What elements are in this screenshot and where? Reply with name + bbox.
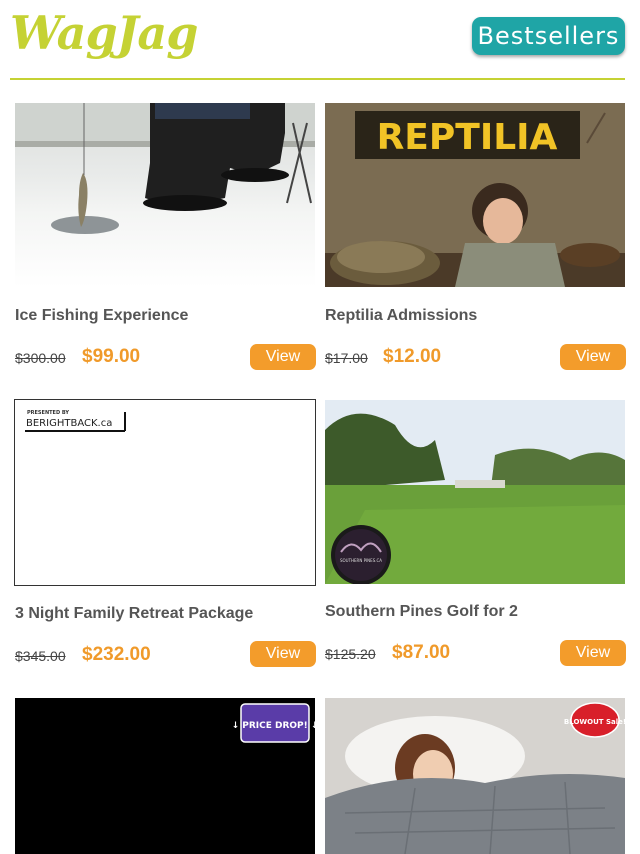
price-drop-badge-icon: ↓ PRICE DROP! ↓	[232, 703, 315, 743]
deal-card-southern-pines[interactable]: SOUTHERN PINES.CA Southern Pines Golf fo…	[325, 400, 627, 670]
deal-image-family-retreat[interactable]: PRESENTED BY BERIGHTBACK.ca	[14, 399, 316, 586]
deal-old-price: $17.00	[325, 350, 368, 366]
price-drop-text: ↓ PRICE DROP! ↓	[232, 721, 315, 731]
deal-image-weighted-blanket[interactable]: BLOWOUT Sale!	[325, 698, 625, 854]
deal-title[interactable]: Southern Pines Golf for 2	[325, 603, 518, 621]
deal-title[interactable]: Ice Fishing Experience	[15, 307, 188, 325]
deal-card-price-drop[interactable]: ↓ PRICE DROP! ↓	[15, 698, 317, 854]
bestsellers-button[interactable]: Bestsellers	[472, 17, 625, 55]
view-button[interactable]: View	[560, 640, 626, 666]
deal-card-weighted-blanket[interactable]: BLOWOUT Sale!	[325, 698, 627, 854]
blowout-sale-text: BLOWOUT Sale!	[564, 718, 625, 726]
deal-new-price: $232.00	[82, 644, 151, 665]
view-button[interactable]: View	[250, 344, 316, 370]
wagjag-logo[interactable]: WagJag	[10, 6, 198, 60]
badge-brand: BERIGHTBACK.ca	[26, 418, 112, 429]
deal-old-price: $345.00	[15, 648, 66, 664]
deal-card-ice-fishing[interactable]: Ice Fishing Experience $300.00 $99.00 Vi…	[15, 103, 317, 373]
reptilia-sign-text: REPTILIA	[377, 117, 558, 158]
ice-fishing-illustration	[15, 103, 315, 234]
deal-image-ice-fishing[interactable]	[15, 103, 315, 287]
deal-title[interactable]: Reptilia Admissions	[325, 307, 477, 325]
deal-old-price: $125.20	[325, 646, 376, 662]
site-header: WagJag Bestsellers	[0, 0, 640, 80]
reptilia-illustration: REPTILIA	[325, 103, 625, 287]
deal-new-price: $12.00	[383, 346, 442, 367]
golf-badge-text: SOUTHERN PINES.CA	[340, 558, 382, 563]
badge-presented-by: PRESENTED BY	[27, 410, 69, 416]
deal-image-reptilia[interactable]: REPTILIA	[325, 103, 625, 287]
berightback-badge-icon: PRESENTED BY BERIGHTBACK.ca	[25, 410, 126, 432]
deal-title[interactable]: 3 Night Family Retreat Package	[15, 605, 253, 623]
header-divider	[10, 78, 625, 80]
deal-image-price-drop[interactable]: ↓ PRICE DROP! ↓	[15, 698, 315, 854]
deal-new-price: $99.00	[82, 346, 141, 367]
deal-old-price: $300.00	[15, 350, 66, 366]
deal-card-reptilia[interactable]: REPTILIA Reptilia Admissions $17.00 $12.…	[325, 103, 627, 373]
weighted-blanket-illustration: BLOWOUT Sale!	[325, 698, 625, 854]
deal-card-family-retreat[interactable]: PRESENTED BY BERIGHTBACK.ca 3 Night Fami…	[14, 399, 316, 669]
deal-image-southern-pines[interactable]: SOUTHERN PINES.CA	[325, 400, 625, 584]
view-button[interactable]: View	[560, 344, 626, 370]
view-button[interactable]: View	[250, 641, 316, 667]
deal-new-price: $87.00	[392, 642, 451, 663]
golf-course-illustration: SOUTHERN PINES.CA	[325, 400, 625, 584]
